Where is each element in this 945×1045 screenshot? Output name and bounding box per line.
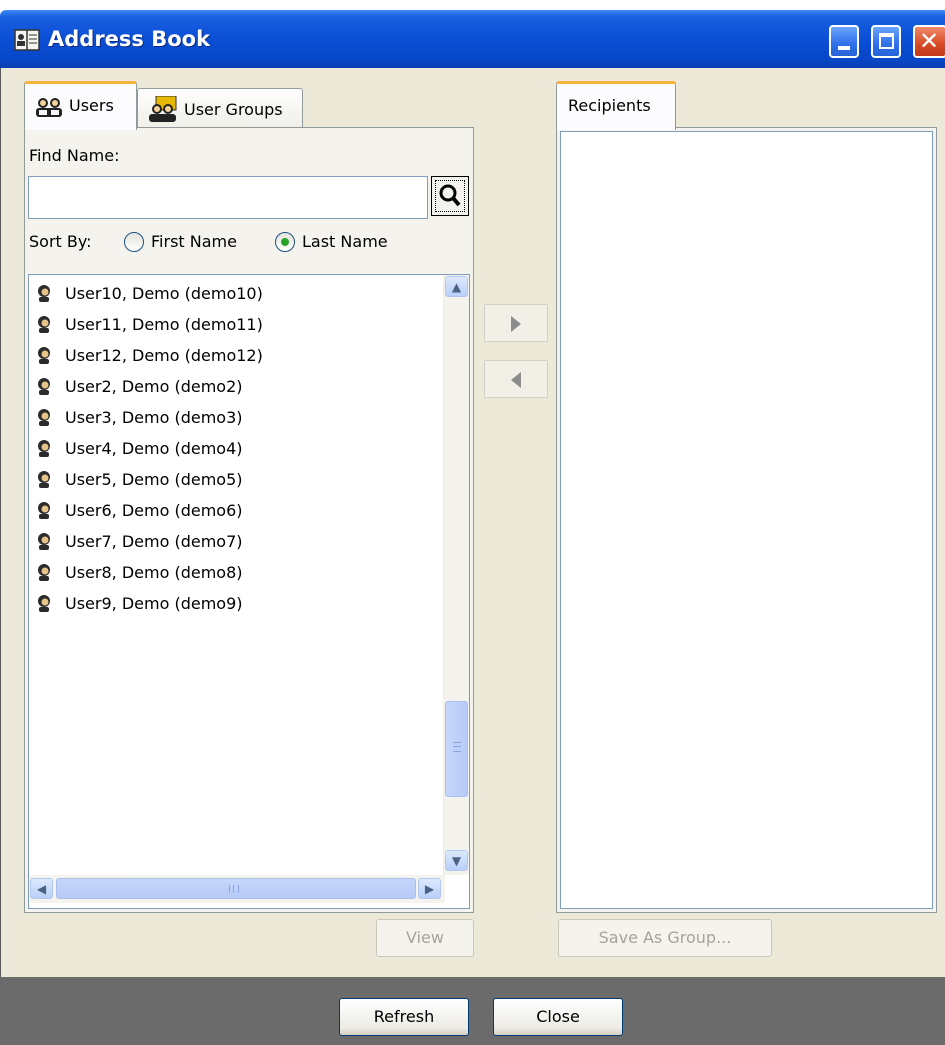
close-window-button[interactable]: ✕ <box>913 25 945 58</box>
title-bar[interactable]: Address Book ✕ <box>0 10 945 68</box>
user-name: User9, Demo (demo9) <box>65 593 243 613</box>
list-item[interactable]: User4, Demo (demo4) <box>35 433 242 463</box>
user-icon <box>38 502 50 519</box>
list-item[interactable]: User6, Demo (demo6) <box>35 495 242 525</box>
arrow-right-icon <box>511 316 521 332</box>
tab-users[interactable]: Users <box>24 81 137 130</box>
user-name: User2, Demo (demo2) <box>65 376 243 396</box>
minimize-button[interactable] <box>829 25 859 58</box>
user-icon <box>38 316 50 333</box>
tab-recipients[interactable]: Recipients <box>556 81 676 130</box>
user-icon <box>38 595 50 612</box>
sort-first-name-radio[interactable] <box>124 232 144 252</box>
find-name-label: Find Name: <box>29 146 120 165</box>
user-icon <box>38 564 50 581</box>
search-icon <box>439 184 461 207</box>
search-button[interactable] <box>431 176 469 216</box>
list-item[interactable]: User8, Demo (demo8) <box>35 557 242 587</box>
user-groups-icon <box>149 96 177 122</box>
maximize-button[interactable] <box>871 25 901 58</box>
remove-recipient-button[interactable] <box>484 360 548 398</box>
maximize-icon <box>879 33 894 49</box>
sort-last-name-label[interactable]: Last Name <box>302 232 388 251</box>
tab-user-groups[interactable]: User Groups <box>137 88 303 127</box>
user-name: User7, Demo (demo7) <box>65 531 243 551</box>
list-item[interactable]: User2, Demo (demo2) <box>35 371 242 401</box>
vertical-scroll-thumb[interactable] <box>445 701 468 797</box>
list-item[interactable]: User5, Demo (demo5) <box>35 464 242 494</box>
save-as-group-button[interactable]: Save As Group... <box>558 919 772 957</box>
refresh-button[interactable]: Refresh <box>339 998 469 1036</box>
list-item[interactable]: User3, Demo (demo3) <box>35 402 242 432</box>
client-area: Users User Groups Find Name: Sort By: Fi… <box>10 68 945 978</box>
close-button[interactable]: Close <box>493 998 623 1036</box>
grip-icon <box>453 742 461 752</box>
sort-by-label: Sort By: <box>29 232 92 251</box>
user-icon <box>38 378 50 395</box>
address-book-window: Address Book ✕ Users User Groups Find Na… <box>0 0 945 1045</box>
list-item[interactable]: User9, Demo (demo9) <box>35 588 242 618</box>
window-title: Address Book <box>48 27 211 51</box>
user-name: User11, Demo (demo11) <box>65 314 263 334</box>
list-item[interactable]: User11, Demo (demo11) <box>35 309 263 339</box>
close-icon: ✕ <box>919 27 940 55</box>
minimize-icon <box>838 46 850 50</box>
add-recipient-button[interactable] <box>484 304 548 342</box>
scroll-right-button[interactable]: ▶ <box>418 878 441 899</box>
user-icon <box>38 533 50 550</box>
recipients-list[interactable] <box>560 131 933 909</box>
find-name-input[interactable] <box>28 176 428 219</box>
vertical-scrollbar[interactable]: ▲ ▼ <box>443 275 469 875</box>
user-name: User8, Demo (demo8) <box>65 562 243 582</box>
list-item[interactable]: User7, Demo (demo7) <box>35 526 242 556</box>
scroll-down-button[interactable]: ▼ <box>445 850 468 871</box>
sort-last-name-radio[interactable] <box>275 232 295 252</box>
user-icon <box>38 285 50 302</box>
scroll-left-button[interactable]: ◀ <box>30 878 53 899</box>
arrow-left-icon <box>511 372 521 388</box>
user-icon <box>38 409 50 426</box>
users-panel: Find Name: Sort By: First Name Last Name… <box>24 127 474 913</box>
horizontal-scroll-thumb[interactable] <box>56 878 416 899</box>
user-icon <box>38 347 50 364</box>
horizontal-scrollbar[interactable]: ◀ ▶ <box>29 875 445 903</box>
tab-user-groups-label: User Groups <box>184 100 283 119</box>
tab-recipients-label: Recipients <box>568 96 651 115</box>
users-icon <box>36 98 62 117</box>
user-name: User6, Demo (demo6) <box>65 500 243 520</box>
sort-first-name-label[interactable]: First Name <box>151 232 237 251</box>
user-name: User5, Demo (demo5) <box>65 469 243 489</box>
grip-icon <box>229 885 239 893</box>
view-button[interactable]: View <box>376 919 474 957</box>
recipients-panel <box>556 127 937 913</box>
user-icon <box>38 471 50 488</box>
window-border <box>0 68 10 978</box>
user-name: User4, Demo (demo4) <box>65 438 243 458</box>
users-list[interactable]: User10, Demo (demo10) User11, Demo (demo1… <box>28 274 470 909</box>
tab-users-label: Users <box>69 96 114 115</box>
user-name: User12, Demo (demo12) <box>65 345 263 365</box>
scroll-up-button[interactable]: ▲ <box>445 276 468 297</box>
user-name: User10, Demo (demo10) <box>65 283 263 303</box>
footer-bar: Refresh Close <box>0 977 945 1045</box>
list-item[interactable]: User10, Demo (demo10) <box>35 278 263 308</box>
list-item[interactable]: User12, Demo (demo12) <box>35 340 263 370</box>
address-book-icon <box>14 29 40 51</box>
user-icon <box>38 440 50 457</box>
user-name: User3, Demo (demo3) <box>65 407 243 427</box>
